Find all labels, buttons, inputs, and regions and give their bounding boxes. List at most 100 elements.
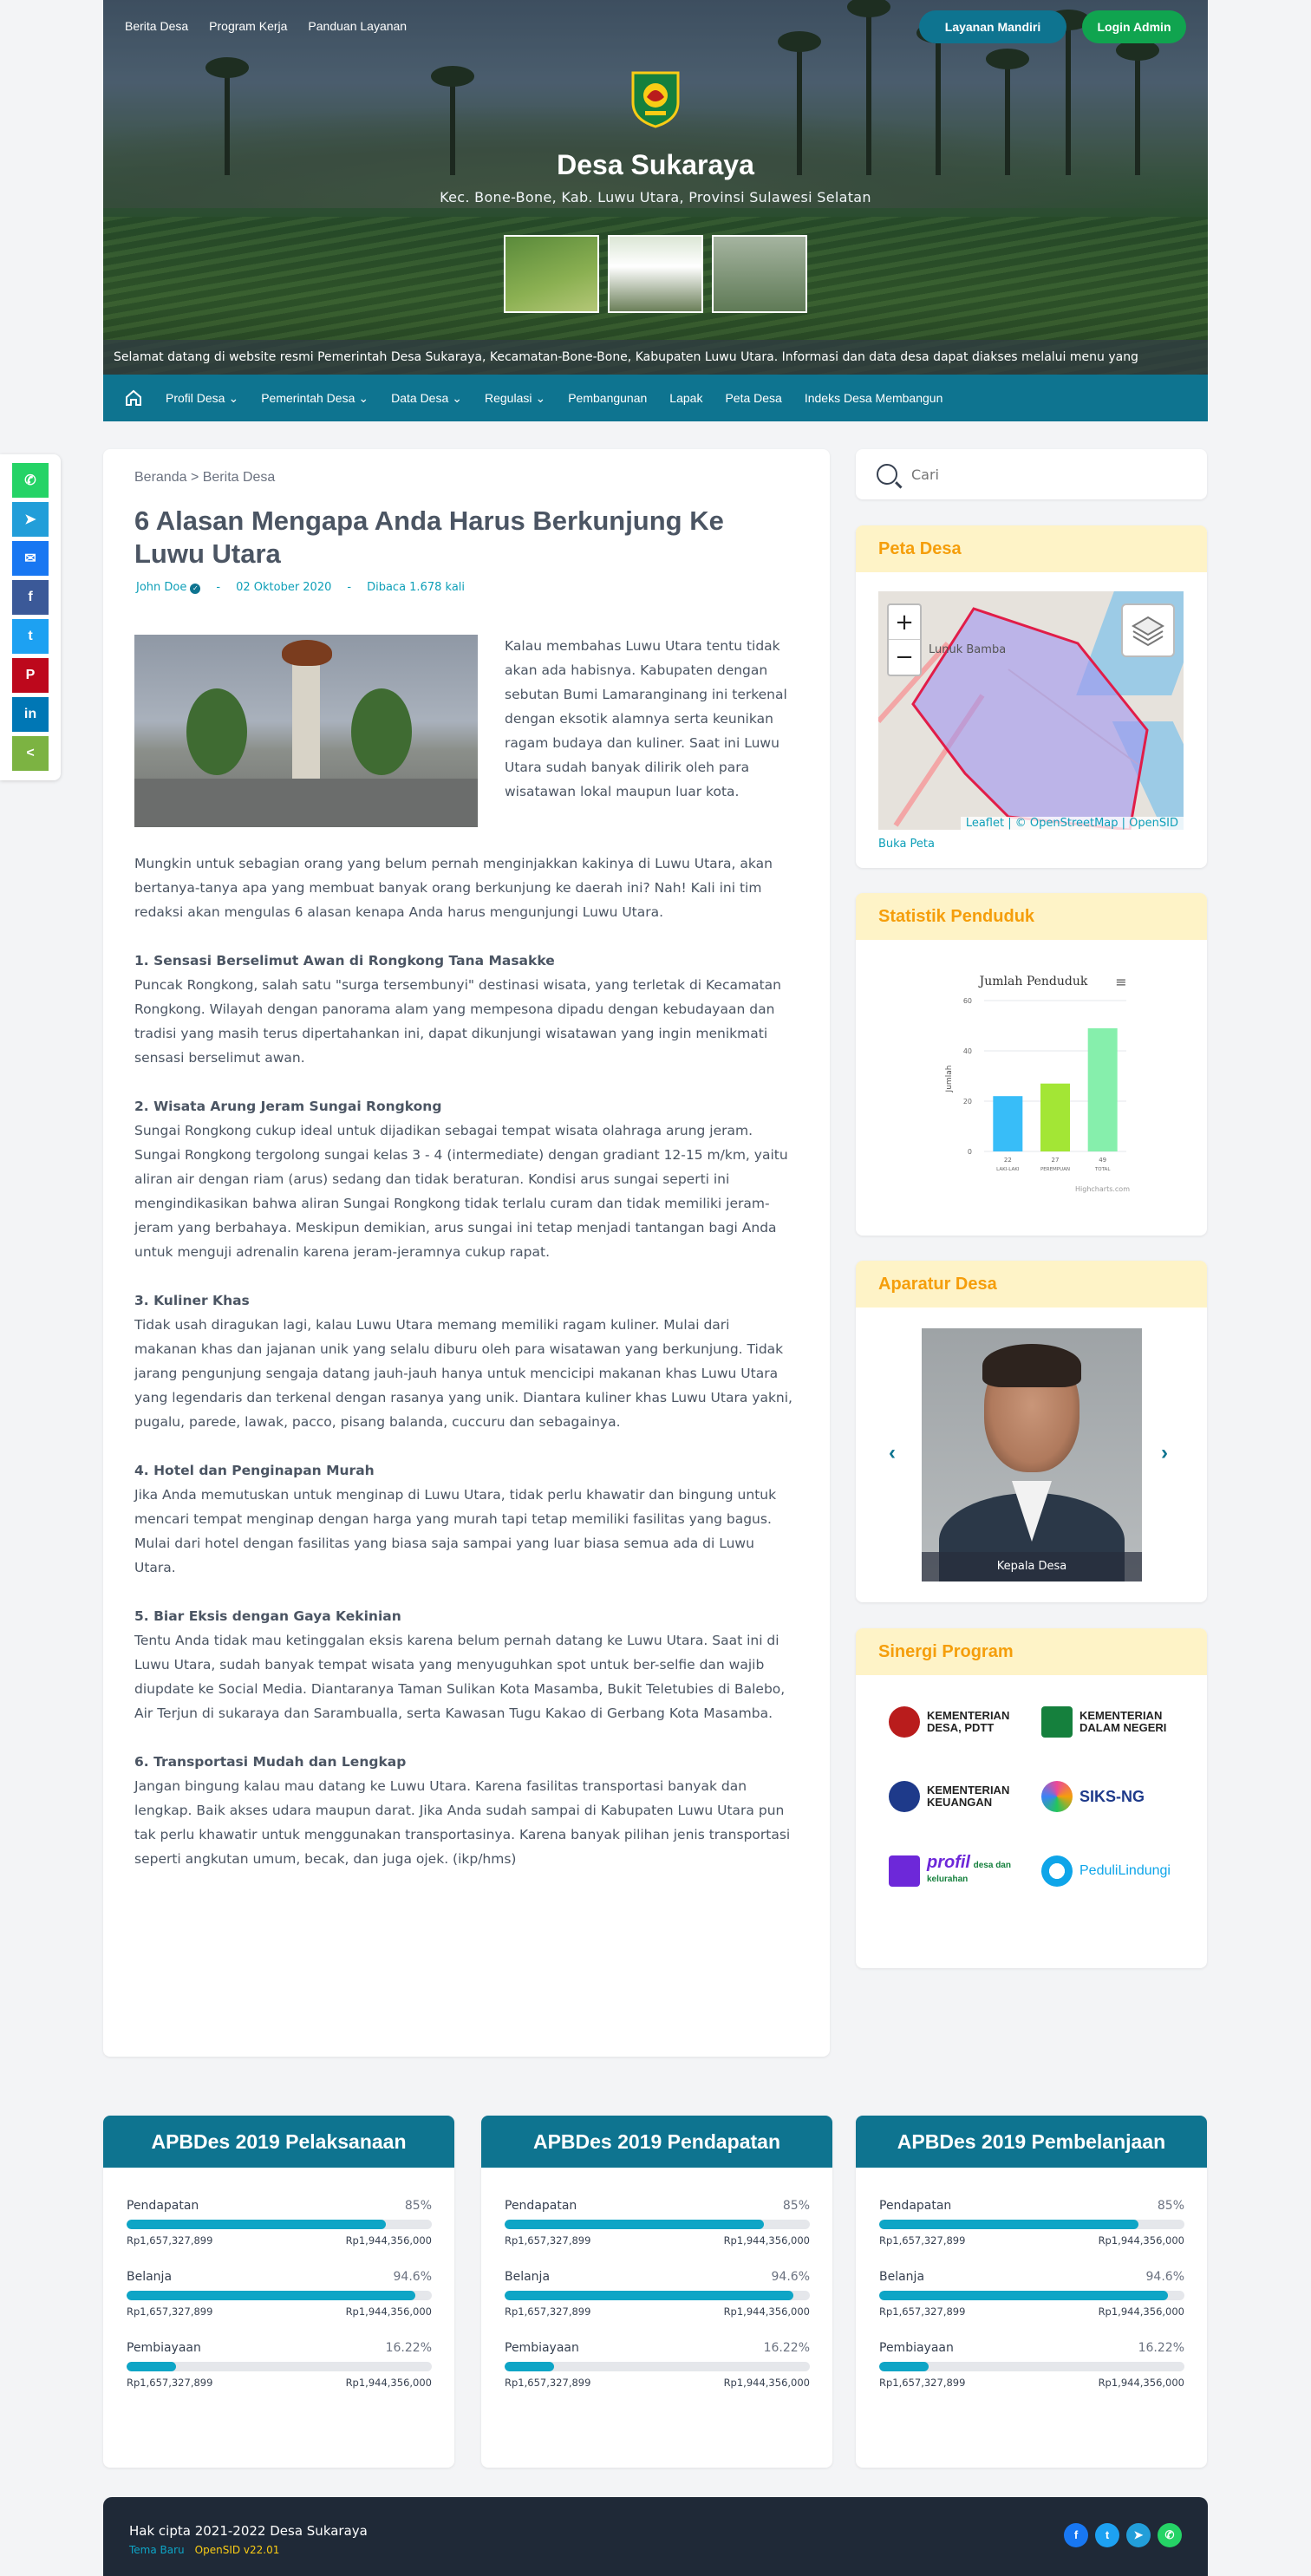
logo-text: PeduliLindungi (1079, 1863, 1171, 1878)
official-position: Kepala Desa (922, 1552, 1142, 1581)
progress-fill (879, 2291, 1168, 2300)
twitter-link[interactable]: t (1095, 2523, 1119, 2547)
realisasi-amount: Rp1,657,327,899 (879, 2377, 966, 2389)
author[interactable]: John Doe ✓ (136, 581, 201, 594)
village-map[interactable]: Lunuk Bamba + − Leaflet | © OpenStreetMa… (878, 591, 1184, 830)
carousel-next-icon[interactable]: › (1161, 1441, 1168, 1465)
running-text: Selamat datang di website resmi Pemerint… (103, 340, 1208, 375)
nav-regulasi[interactable]: Regulasi ⌄ (485, 391, 545, 406)
pedulilindungi-logo[interactable]: PeduliLindungi (1031, 1852, 1184, 1890)
apbdes-percent: 85% (782, 2199, 810, 2213)
nav-label: Data Desa (391, 390, 449, 405)
breadcrumb-current[interactable]: Berita Desa (203, 470, 276, 485)
topnav-program-kerja[interactable]: Program Kerja (209, 19, 287, 33)
anggaran-amount: Rp1,944,356,000 (1098, 2234, 1184, 2247)
siksng-logo[interactable]: SIKS-NG (1031, 1777, 1184, 1816)
bar-perempuan (1040, 1083, 1070, 1151)
nav-indeks-desa-membangun[interactable]: Indeks Desa Membangun (805, 391, 943, 405)
breadcrumb-home[interactable]: Beranda (134, 470, 187, 485)
nav-pemerintah-desa[interactable]: Pemerintah Desa ⌄ (261, 391, 369, 406)
nav-lapak[interactable]: Lapak (669, 391, 702, 405)
meta-separator: - (216, 581, 221, 594)
carousel-prev-icon[interactable]: ‹ (889, 1441, 896, 1465)
pinterest-share-button[interactable]: P (12, 658, 49, 693)
apbdes-amounts: Rp1,657,327,899 Rp1,944,356,000 (505, 2305, 810, 2318)
article-image[interactable] (134, 635, 478, 827)
gallery-thumbnail[interactable] (504, 235, 599, 313)
kemenkeu-emblem (889, 1781, 920, 1812)
apbdes-title: APBDes 2019 Pelaksanaan (103, 2116, 454, 2168)
kemendagri-logo[interactable]: KEMENTERIAN DALAM NEGERI (1031, 1703, 1184, 1741)
search-icon[interactable] (877, 464, 897, 485)
more-share-button[interactable]: < (12, 736, 49, 771)
article-title: 6 Alasan Mengapa Anda Harus Berkunjung K… (134, 505, 724, 569)
facebook-share-button[interactable]: f (12, 580, 49, 615)
telegram-icon: ➤ (1133, 2528, 1144, 2541)
population-chart: Jumlah Penduduk ≡ 0 20 40 60 Jumlah 22 LAKI-LAKI… (932, 966, 1135, 1195)
nav-peta-desa[interactable]: Peta Desa (725, 391, 781, 405)
realisasi-amount: Rp1,657,327,899 (127, 2377, 213, 2389)
linkedin-share-button[interactable]: in (12, 697, 49, 732)
zoom-out-button[interactable]: − (889, 640, 920, 675)
logo-text: KEMENTERIAN (927, 1709, 1010, 1722)
kemendesa-emblem (889, 1706, 920, 1738)
whatsapp-share-button[interactable]: ✆ (12, 463, 49, 498)
search-input[interactable] (911, 466, 1171, 483)
apbdes-card: APBDes 2019 Pelaksanaan Pendapatan 85% Rp1,… (103, 2116, 454, 2468)
author-name: John Doe (136, 581, 187, 594)
logo-text: SIKS-NG (1079, 1788, 1145, 1805)
nav-pembangunan[interactable]: Pembangunan (568, 391, 647, 405)
whatsapp-icon: ✆ (1164, 2528, 1175, 2541)
topnav-berita-desa[interactable]: Berita Desa (125, 19, 188, 33)
official-photo[interactable]: Kepala Desa (922, 1328, 1142, 1581)
nav-label: Profil Desa (166, 390, 225, 405)
progress-fill (505, 2291, 793, 2300)
chart-menu-icon[interactable]: ≡ (1115, 974, 1126, 990)
whatsapp-link[interactable]: ✆ (1158, 2523, 1182, 2547)
facebook-link[interactable]: f (1064, 2523, 1088, 2547)
section-text: Jangan bingung kalau mau datang ke Luwu … (134, 1778, 791, 1867)
nav-data-desa[interactable]: Data Desa ⌄ (391, 391, 462, 406)
realisasi-amount: Rp1,657,327,899 (505, 2377, 591, 2389)
apbdes-row: Belanja 94.6% Rp1,657,327,899 Rp1,944,356,0… (127, 2270, 432, 2318)
topnav-panduan-layanan[interactable]: Panduan Layanan (308, 19, 407, 33)
telegram-share-button[interactable]: ➤ (12, 502, 49, 537)
copyright-text: Hak cipta 2021-2022 Desa Sukaraya (129, 2523, 368, 2539)
prodeskel-logo[interactable]: profil desa dan kelurahan (878, 1852, 1031, 1890)
partner-logos: KEMENTERIAN DESA, PDTT KEMENTERIAN DALAM N… (878, 1703, 1184, 1890)
map-attribution[interactable]: Leaflet | © OpenStreetMap | OpenSID (960, 817, 1184, 830)
chart-credit: Highcharts.com (1075, 1185, 1130, 1193)
version-text[interactable]: OpenSID v22.01 (195, 2544, 280, 2556)
telegram-link[interactable]: ➤ (1126, 2523, 1151, 2547)
apbdes-card: APBDes 2019 Pembelanjaan Pendapatan 85% Rp1… (856, 2116, 1207, 2468)
messenger-share-button[interactable]: ✉ (12, 541, 49, 576)
kemendesa-logo[interactable]: KEMENTERIAN DESA, PDTT (878, 1703, 1031, 1741)
theme-name[interactable]: Tema Baru (129, 2544, 185, 2556)
gallery-thumbnail[interactable] (712, 235, 807, 313)
layanan-mandiri-button[interactable]: Layanan Mandiri (919, 10, 1066, 43)
nav-profil-desa[interactable]: Profil Desa ⌄ (166, 391, 238, 406)
gallery-thumbnail[interactable] (608, 235, 703, 313)
data-label: 22 (1004, 1157, 1012, 1164)
y-tick-label: 40 (963, 1047, 972, 1055)
kemenkeu-logo[interactable]: KEMENTERIAN KEUANGAN (878, 1777, 1031, 1816)
twitter-icon: t (1105, 2528, 1110, 2541)
pedulilindungi-emblem (1041, 1855, 1073, 1887)
apbdes-row: Pembiayaan 16.22% Rp1,657,327,899 Rp1,944,3… (505, 2341, 810, 2389)
top-navigation: Berita Desa Program Kerja Panduan Layana… (125, 19, 407, 33)
open-map-link[interactable]: Buka Peta (878, 838, 935, 851)
data-label: 27 (1052, 1157, 1060, 1164)
home-icon[interactable] (124, 388, 143, 408)
apbdes-row: Belanja 94.6% Rp1,657,327,899 Rp1,944,356,0… (505, 2270, 810, 2318)
twitter-share-button[interactable]: t (12, 619, 49, 654)
kemendagri-emblem (1041, 1706, 1073, 1738)
logo-text: KEMENTERIAN (927, 1784, 1010, 1797)
zoom-in-button[interactable]: + (889, 605, 920, 640)
chevron-down-icon: ⌄ (452, 390, 462, 405)
section-text: Sungai Rongkong cukup ideal untuk dijadi… (134, 1123, 788, 1260)
section-text: Puncak Rongkong, salah satu "surga terse… (134, 977, 781, 1066)
layers-icon[interactable] (1121, 603, 1175, 657)
login-admin-button[interactable]: Login Admin (1082, 10, 1186, 43)
whatsapp-icon: ✆ (24, 473, 36, 488)
apbdes-amounts: Rp1,657,327,899 Rp1,944,356,000 (127, 2377, 432, 2389)
